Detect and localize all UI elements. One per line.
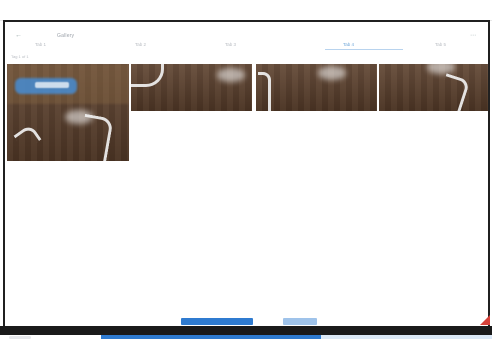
photo-floor-texture [256, 64, 377, 111]
primary-action-button[interactable] [181, 318, 253, 325]
photo-thumbnail[interactable] [256, 64, 377, 111]
progress-fill [101, 335, 321, 339]
tab-4[interactable]: Tab 4 [343, 42, 354, 47]
tab-1[interactable]: Tab 1 [35, 42, 46, 47]
photo-grid [5, 64, 488, 182]
title-bar: ← Gallery ⋯ [13, 32, 478, 42]
bottom-strip [0, 326, 492, 335]
photo-thumbnail[interactable] [7, 64, 129, 161]
secondary-action-button[interactable] [283, 318, 317, 325]
back-icon[interactable]: ← [15, 32, 22, 39]
photo-light [318, 66, 346, 80]
screenshot-frame: ← Gallery ⋯ Tab 1 Tab 2 Tab 3 Tab 4 Tab … [0, 0, 492, 339]
photo-light [217, 68, 245, 82]
progress-bar [101, 335, 492, 339]
tab-2[interactable]: Tab 2 [135, 42, 146, 47]
photo-thumbnail[interactable] [131, 64, 252, 111]
photo-thumbnail[interactable] [379, 64, 488, 111]
tab-5[interactable]: Tab 5 [435, 42, 446, 47]
photo-cable [258, 72, 271, 111]
app-window: ← Gallery ⋯ Tab 1 Tab 2 Tab 3 Tab 4 Tab … [3, 20, 492, 339]
more-icon[interactable]: ⋯ [470, 32, 476, 39]
tab-bar: Tab 1 Tab 2 Tab 3 Tab 4 Tab 5 [5, 42, 488, 51]
active-tab-indicator [325, 49, 403, 50]
page-title: Gallery [57, 33, 75, 39]
filter-label: Tag 1 of 1 [11, 54, 29, 59]
corner-marker-icon [480, 315, 490, 325]
photo-blue-tag [35, 82, 69, 88]
tab-3[interactable]: Tab 3 [225, 42, 236, 47]
top-bar [0, 0, 492, 21]
